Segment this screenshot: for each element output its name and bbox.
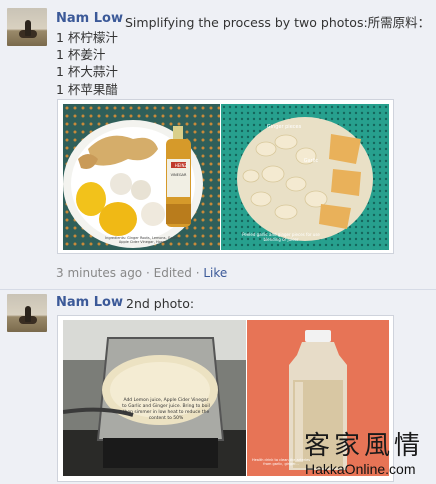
ginger-pieces-label: Ginger pieces [266, 124, 302, 130]
post-meta: 3 minutes ago · Edited · Like [56, 266, 227, 280]
ingredients-illustration [63, 104, 220, 250]
vinegar-brand: HEINZ [174, 163, 188, 168]
timestamp[interactable]: 3 minutes ago [56, 266, 142, 280]
photo-ingredients: HEINZ VINEGAR Ingredients: Ginger Roots,… [63, 104, 220, 250]
author-name[interactable]: Nam Low [56, 295, 123, 310]
avatar-rider [25, 20, 31, 36]
author-name[interactable]: Nam Low [56, 11, 123, 26]
post-1: Nam Low Simplifying the process by two p… [0, 0, 436, 289]
garlic-label: Garlic [303, 158, 319, 164]
peeled-caption: Peeled garlic and ginger pieces for use … [242, 232, 320, 242]
separator-dot: · [145, 266, 154, 280]
watermark-cjk: 客家風情 [304, 431, 425, 461]
vinegar-label: VINEGAR [170, 173, 187, 177]
post-message: Simplifying the process by two photos:所需… [125, 15, 431, 30]
photo-blender: Add Lemon juice, Apple Cider Vinegar to … [63, 320, 246, 476]
photo-peeled: Ginger pieces Garlic Peeled garlic and g… [221, 104, 389, 250]
attached-photo-1[interactable]: HEINZ VINEGAR Ingredients: Ginger Roots,… [57, 99, 394, 254]
post-message: 2nd photo: [126, 296, 195, 311]
ingredient-line-4: 1 杯苹果醋 [56, 82, 118, 97]
edited-label[interactable]: Edited [154, 266, 192, 280]
like-link[interactable]: Like [203, 266, 227, 280]
bottle-caption: Health drink to clean the arteries from … [251, 458, 311, 466]
blender-caption: Add Lemon juice, Apple Cider Vinegar to … [122, 398, 210, 421]
watermark-site: HakkaOnline.com [305, 461, 416, 477]
avatar-rider [25, 306, 31, 322]
ingredients-caption: Ingredients: Ginger Roots, Lemons, Garli… [105, 236, 181, 244]
ingredient-line-3: 1 杯大蒜汁 [56, 64, 118, 79]
avatar[interactable] [7, 8, 47, 46]
avatar[interactable] [7, 294, 47, 332]
